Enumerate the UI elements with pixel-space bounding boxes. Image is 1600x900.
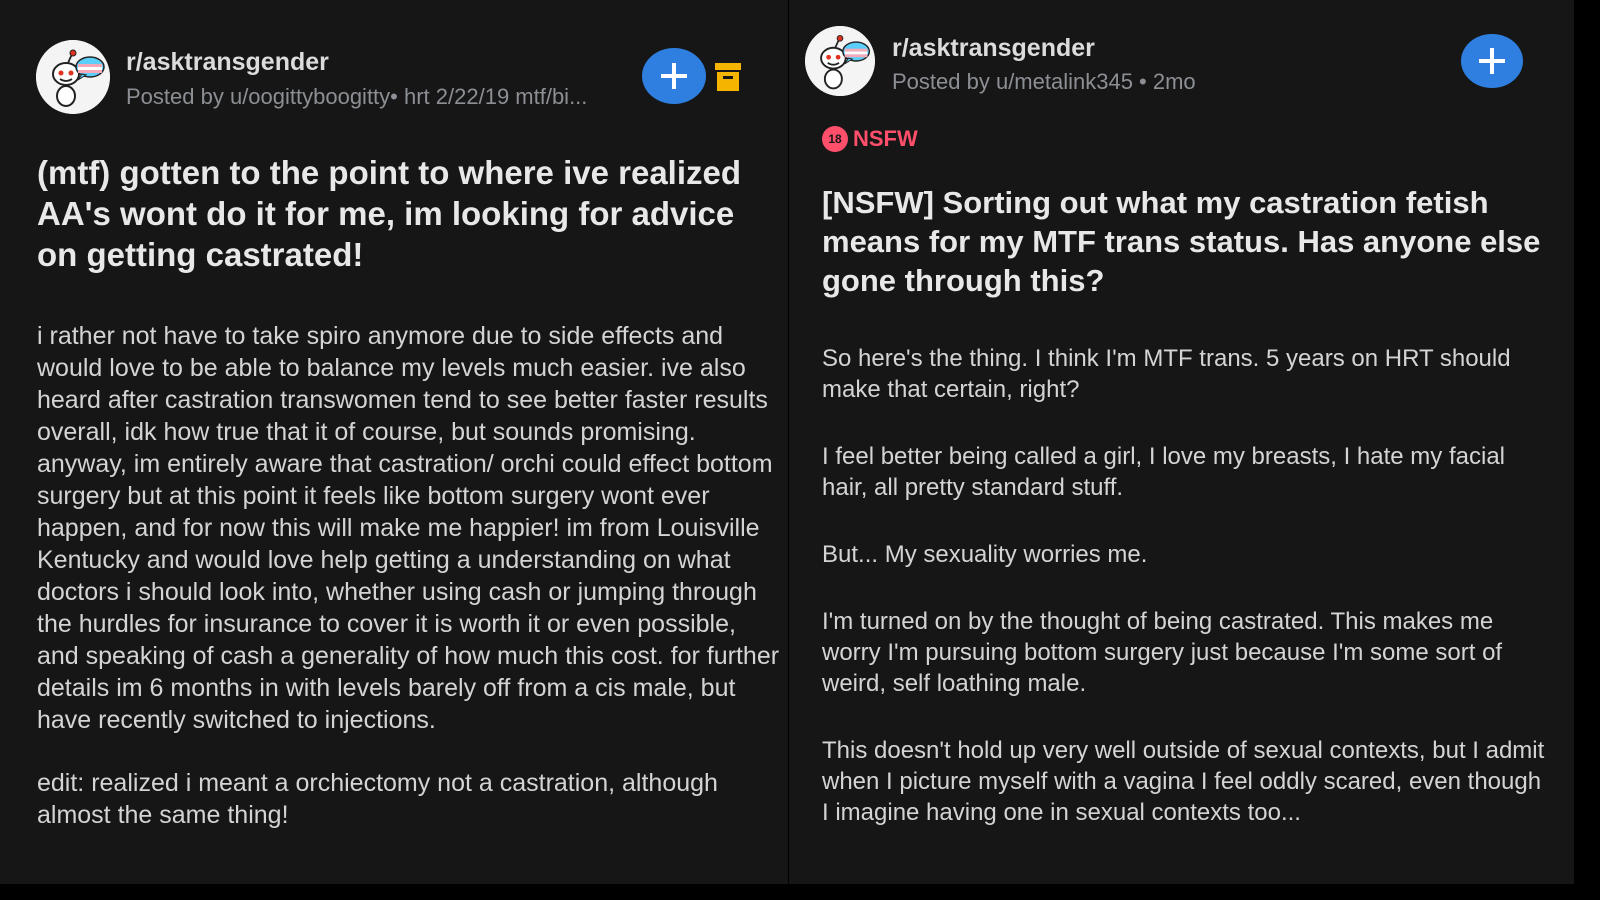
join-button[interactable] [1461, 34, 1523, 88]
plus-icon [1479, 48, 1505, 74]
archive-icon[interactable] [714, 62, 742, 92]
body-paragraph: This doesn't hold up very well outside o… [822, 737, 1545, 826]
body-paragraph: i rather not have to take spiro anymore … [37, 322, 780, 734]
body-paragraph: I'm turned on by the thought of being ca… [822, 608, 1503, 697]
body-paragraph: I feel better being called a girl, I lov… [822, 443, 1505, 501]
snoo-avatar-icon [36, 40, 110, 114]
snoo-avatar-icon [805, 26, 875, 96]
join-button[interactable] [642, 48, 706, 104]
post-body: So here's the thing. I think I'm MTF tra… [822, 343, 1552, 864]
body-paragraph: But... My sexuality worries me. [822, 541, 1148, 568]
post-title[interactable]: (mtf) gotten to the point to where ive r… [37, 152, 777, 275]
subreddit-avatar[interactable] [805, 26, 875, 96]
nsfw-tag: 18 NSFW [822, 126, 918, 152]
post-meta: Posted by u/oogittyboogitty• hrt 2/22/19… [126, 84, 588, 109]
body-paragraph: So here's the thing. I think I'm MTF tra… [822, 345, 1511, 403]
subreddit-name[interactable]: r/asktransgender [892, 34, 1095, 63]
plus-icon [661, 63, 687, 89]
left-post-card: r/asktransgender Posted by u/oogittyboog… [0, 0, 788, 884]
subreddit-avatar[interactable] [36, 40, 110, 114]
nsfw-18-icon: 18 [822, 126, 848, 152]
nsfw-label: NSFW [853, 126, 918, 151]
post-title[interactable]: [NSFW] Sorting out what my castration fe… [822, 183, 1542, 300]
subreddit-name[interactable]: r/asktransgender [126, 48, 329, 77]
post-meta: Posted by u/metalink345 • 2mo [892, 69, 1196, 94]
post-body: i rather not have to take spiro anymore … [37, 320, 782, 862]
body-paragraph: edit: realized i meant a orchiectomy not… [37, 769, 718, 829]
